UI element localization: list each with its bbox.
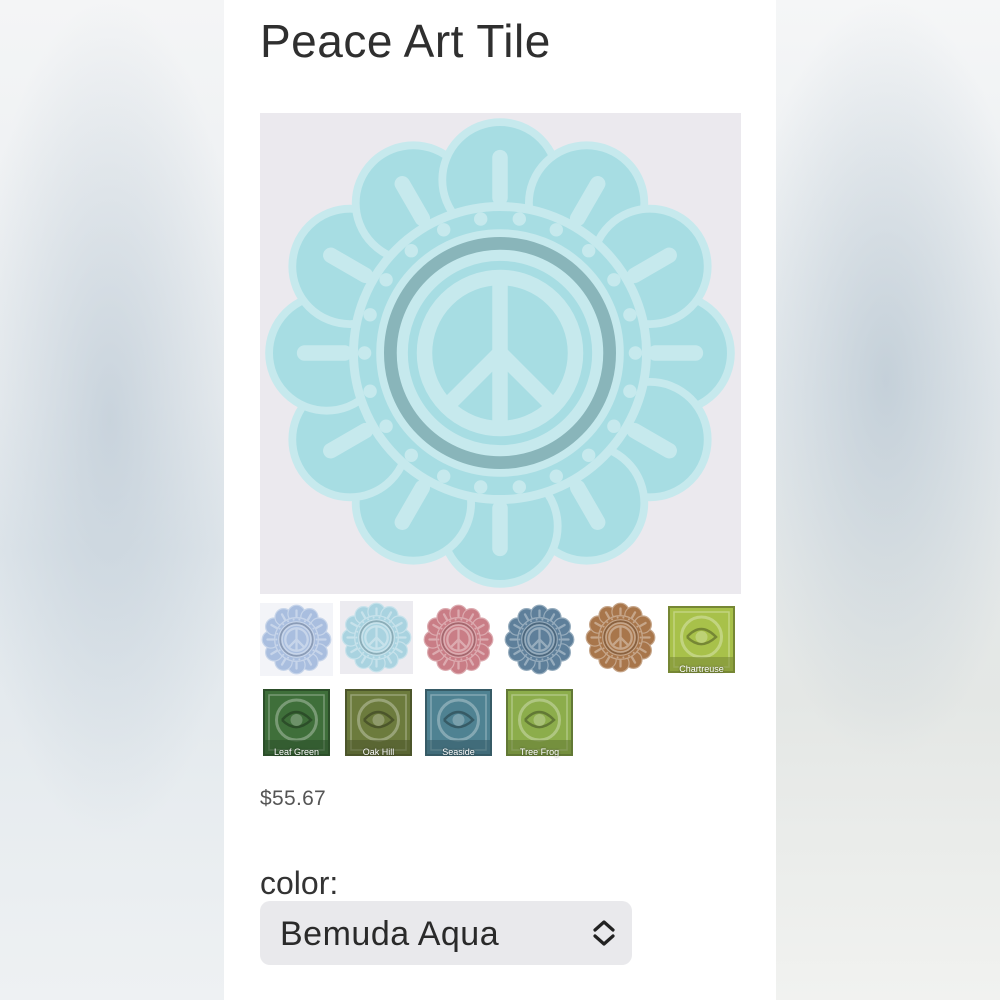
color-select-value: Bemuda Aqua (280, 915, 500, 953)
thumbnail-image (584, 601, 657, 674)
thumbnail-label: Seaside (442, 747, 475, 757)
thumbnail-10[interactable]: Tree Frog (503, 686, 576, 759)
thumbnail-image (503, 603, 576, 676)
thumbnail-8[interactable]: Oak Hill (342, 686, 415, 759)
thumbnail-6[interactable]: Chartreuse (665, 603, 738, 676)
thumbnail-4[interactable] (503, 603, 576, 676)
peace-tile-image (260, 113, 741, 594)
thumbnail-9[interactable]: Seaside (422, 686, 495, 759)
thumbnail-2[interactable] (340, 601, 413, 674)
chevron-updown-icon (593, 920, 615, 946)
color-select[interactable]: Bemuda Aqua (260, 901, 632, 965)
background-blur-left (0, 0, 224, 1000)
thumbnail-1[interactable] (260, 603, 333, 676)
thumbnail-label: Chartreuse (679, 664, 724, 674)
product-page: Peace Art Tile Chartreuse Leaf Green Oak… (224, 0, 776, 1000)
thumbnail-5[interactable] (584, 601, 657, 674)
thumbnail-label: Oak Hill (362, 747, 395, 757)
background-blur-right (776, 0, 1000, 1000)
color-option-label: color: (260, 865, 339, 901)
thumbnail-image (422, 603, 495, 676)
thumbnail-label: Leaf Green (273, 747, 320, 757)
thumbnail-3[interactable] (422, 603, 495, 676)
main-product-image[interactable] (260, 113, 741, 594)
product-price: $55.67 (260, 787, 327, 810)
thumbnail-7[interactable]: Leaf Green (260, 686, 333, 759)
thumbnail-label: Tree Frog (519, 747, 560, 757)
thumbnail-image (340, 601, 413, 674)
thumbnail-image (260, 603, 333, 676)
product-title: Peace Art Tile (260, 15, 551, 67)
